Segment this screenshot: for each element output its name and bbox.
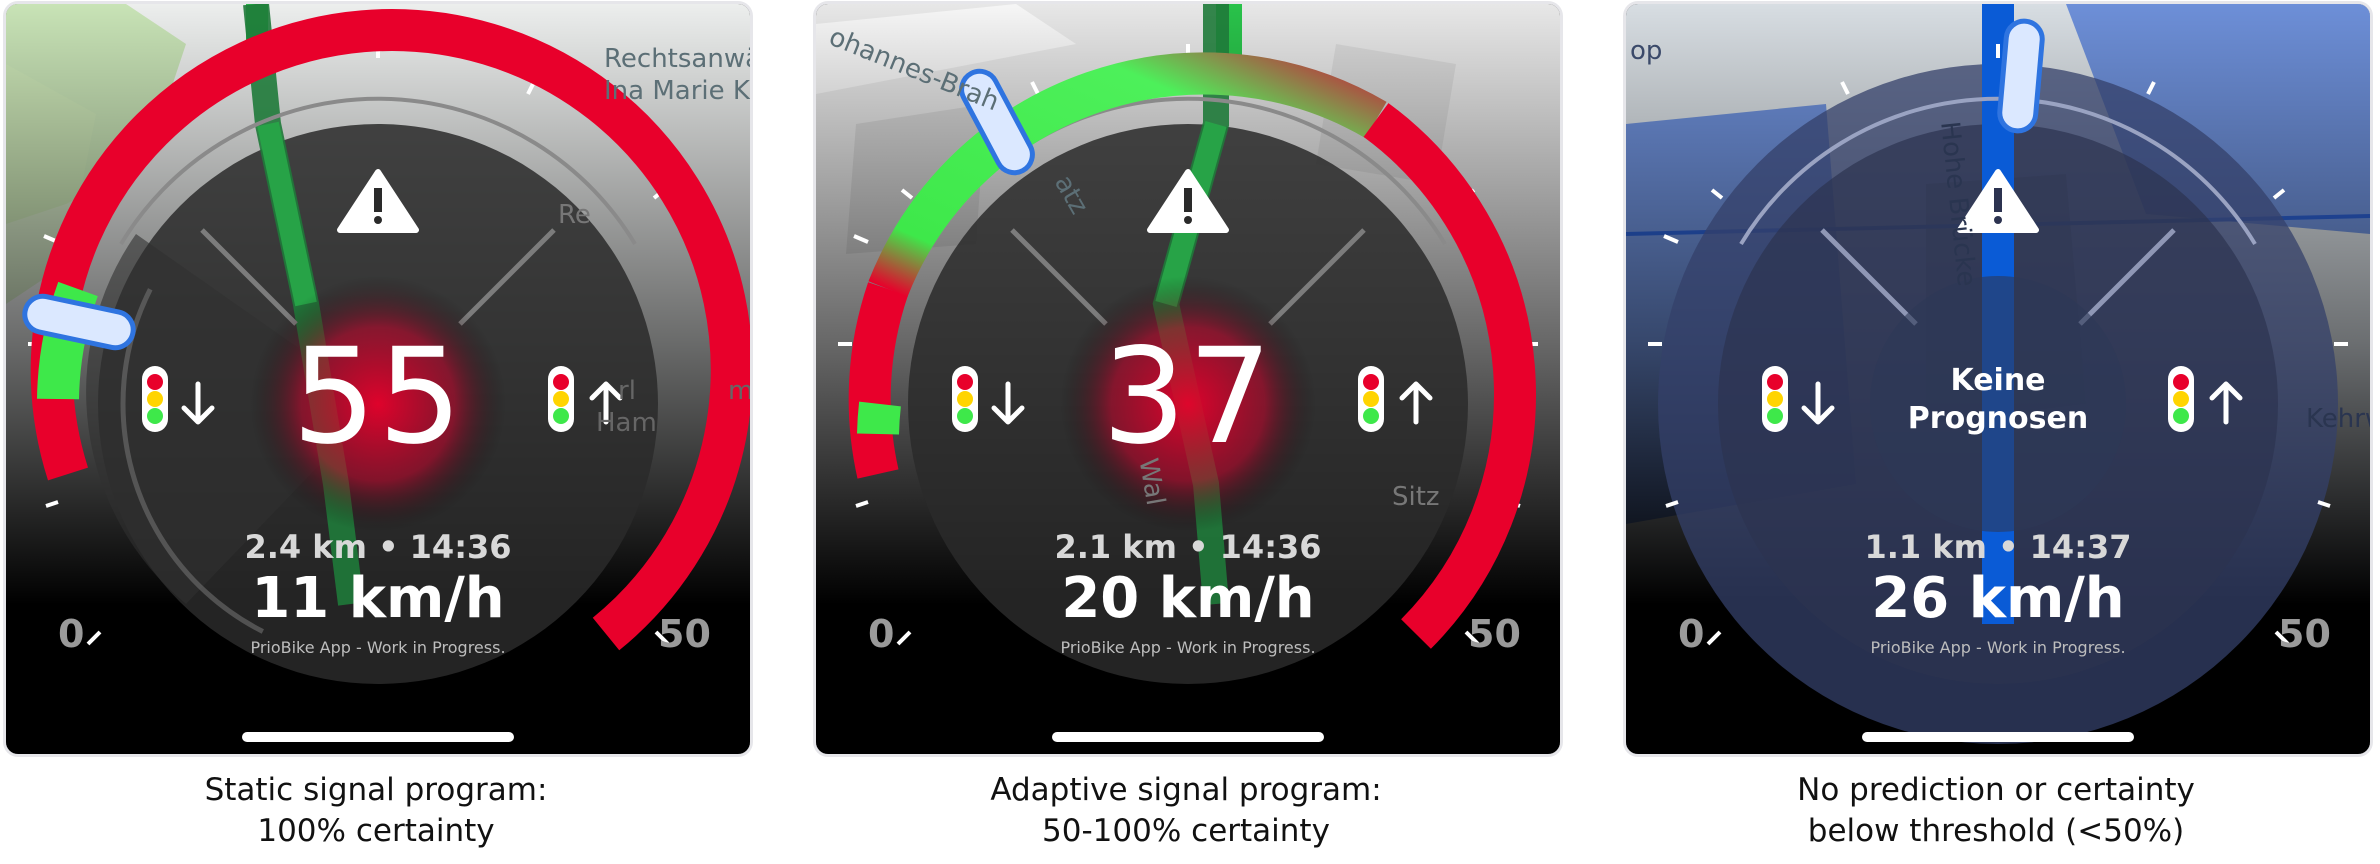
scale-min-label: 0	[868, 612, 895, 656]
caption-line: Adaptive signal program:	[990, 772, 1382, 808]
speedometer-panel-adaptive: ohannes-Brah atz Wal Sitz 37 2.1 km • 14…	[810, 0, 1562, 864]
no-prediction-text: Keine Prognosen	[1626, 362, 2370, 438]
speedometer-panel-static: Rechtsanwält Ina Marie Kop Re rl m Ham 5…	[0, 0, 752, 864]
current-speed: 20 km/h	[1061, 566, 1315, 631]
map-label: op	[1630, 36, 1663, 66]
home-indicator[interactable]	[242, 732, 514, 742]
app-credit: PrioBike App - Work in Progress.	[1870, 638, 2126, 657]
signal-countdown: 55	[292, 320, 464, 474]
scale-min-label: 0	[58, 612, 85, 656]
caption-line: 50-100% certainty	[1042, 813, 1330, 849]
home-indicator[interactable]	[1052, 732, 1324, 742]
signal-countdown: 37	[1102, 320, 1274, 474]
panel-caption: No prediction or certainty below thresho…	[1620, 770, 2372, 852]
caption-line: 100% certainty	[257, 813, 495, 849]
scale-min-label: 0	[1678, 612, 1705, 656]
current-speed: 26 km/h	[1871, 566, 2125, 631]
caption-line: No prediction or certainty	[1797, 772, 2195, 808]
home-indicator[interactable]	[1862, 732, 2134, 742]
current-speed: 11 km/h	[251, 566, 505, 631]
distance-eta: 2.4 km • 14:36	[244, 528, 512, 566]
phone-screen: op Hohe Brücke Kehrw Keine Prognosen 1.1…	[1626, 4, 2370, 754]
speed-needle	[1997, 18, 2045, 134]
no-prediction-line: Keine	[1950, 363, 2046, 398]
phone-screen: Rechtsanwält Ina Marie Kop Re rl m Ham 5…	[6, 4, 750, 754]
map-label: Ina Marie Kop	[604, 76, 750, 106]
caption-line: Static signal program:	[204, 772, 548, 808]
map-label: Sitz	[1392, 482, 1440, 512]
distance-eta: 1.1 km • 14:37	[1864, 528, 2132, 566]
map-label: Re	[558, 200, 591, 230]
distance-eta: 2.1 km • 14:36	[1054, 528, 1322, 566]
scale-max-label: 50	[2278, 612, 2331, 656]
phone-screen: ohannes-Brah atz Wal Sitz 37 2.1 km • 14…	[816, 4, 1560, 754]
no-prediction-line: Prognosen	[1907, 401, 2089, 436]
speedometer-panel-no-prediction: op Hohe Brücke Kehrw Keine Prognosen 1.1…	[1620, 0, 2372, 864]
caption-line: below threshold (<50%)	[1807, 813, 2185, 849]
app-credit: PrioBike App - Work in Progress.	[1060, 638, 1316, 657]
panel-caption: Static signal program: 100% certainty	[0, 770, 752, 852]
scale-max-label: 50	[1468, 612, 1521, 656]
panel-caption: Adaptive signal program: 50-100% certain…	[810, 770, 1562, 852]
app-credit: PrioBike App - Work in Progress.	[250, 638, 506, 657]
map-label: Rechtsanwält	[604, 44, 750, 74]
scale-max-label: 50	[658, 612, 711, 656]
